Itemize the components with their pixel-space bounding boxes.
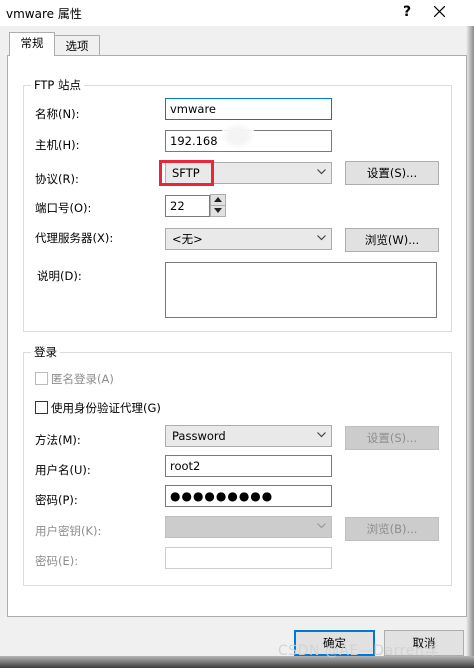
protocol-label: 协议(R): [35,172,79,186]
port-spinner [210,194,226,218]
window-edge-right [466,26,474,668]
tab-options[interactable]: 选项 [54,35,100,56]
key-password-label: 密码(E): [35,554,79,568]
close-icon [433,5,445,18]
name-input[interactable]: vmware [165,98,332,120]
protocol-settings-button[interactable]: 设置(S)... [345,161,439,185]
host-label: 主机(H): [35,138,80,152]
chevron-down-icon [317,235,326,241]
port-label: 端口号(O): [35,201,92,215]
tab-general[interactable]: 常规 [9,32,55,56]
password-label: 密码(P): [35,493,78,507]
method-settings-button[interactable]: 设置(S)... [345,426,439,450]
user-key-select[interactable] [165,516,332,538]
name-label: 名称(N): [35,107,80,121]
port-decrement-button[interactable] [210,205,226,217]
watermark-text: CSDN @AE—Darren洋 [278,643,439,659]
host-redaction-blur [222,124,254,148]
description-textarea[interactable] [165,262,437,318]
login-group-title: 登录 [31,344,60,360]
chevron-down-icon [317,169,326,175]
help-button[interactable]: ? [396,2,418,22]
arrow-up-icon [214,197,222,202]
chevron-down-icon [317,523,326,529]
arrow-down-icon [214,208,222,213]
chevron-down-icon [317,432,326,438]
protocol-highlight-box [159,160,214,186]
proxy-select[interactable]: <无> [165,228,332,250]
proxy-browse-button[interactable]: 浏览(W)... [345,228,439,252]
method-label: 方法(M): [35,433,81,447]
ftp-site-group-title: FTP 站点 [31,77,85,93]
proxy-select-value: <无> [172,232,203,246]
key-password-input[interactable] [165,547,332,569]
user-key-browse-button[interactable]: 浏览(B)... [345,517,439,541]
password-input[interactable]: ●●●●●●●●● [165,485,332,507]
user-key-label: 用户密钥(K): [35,524,102,538]
close-button[interactable] [428,2,450,22]
proxy-label: 代理服务器(X): [35,231,114,245]
description-label: 说明(D): [37,269,82,283]
anonymous-login-label: 匿名登录(A) [51,372,114,386]
auth-agent-label: 使用身份验证代理(G) [51,401,161,415]
anonymous-login-checkbox[interactable] [35,372,48,385]
username-input[interactable]: root2 [165,455,332,477]
username-label: 用户名(U): [35,463,91,477]
port-input[interactable]: 22 [165,195,210,217]
auth-agent-checkbox[interactable] [35,401,48,414]
method-select-value: Password [172,429,226,443]
method-select[interactable]: Password [165,425,332,447]
window-title: vmware 属性 [6,7,82,21]
